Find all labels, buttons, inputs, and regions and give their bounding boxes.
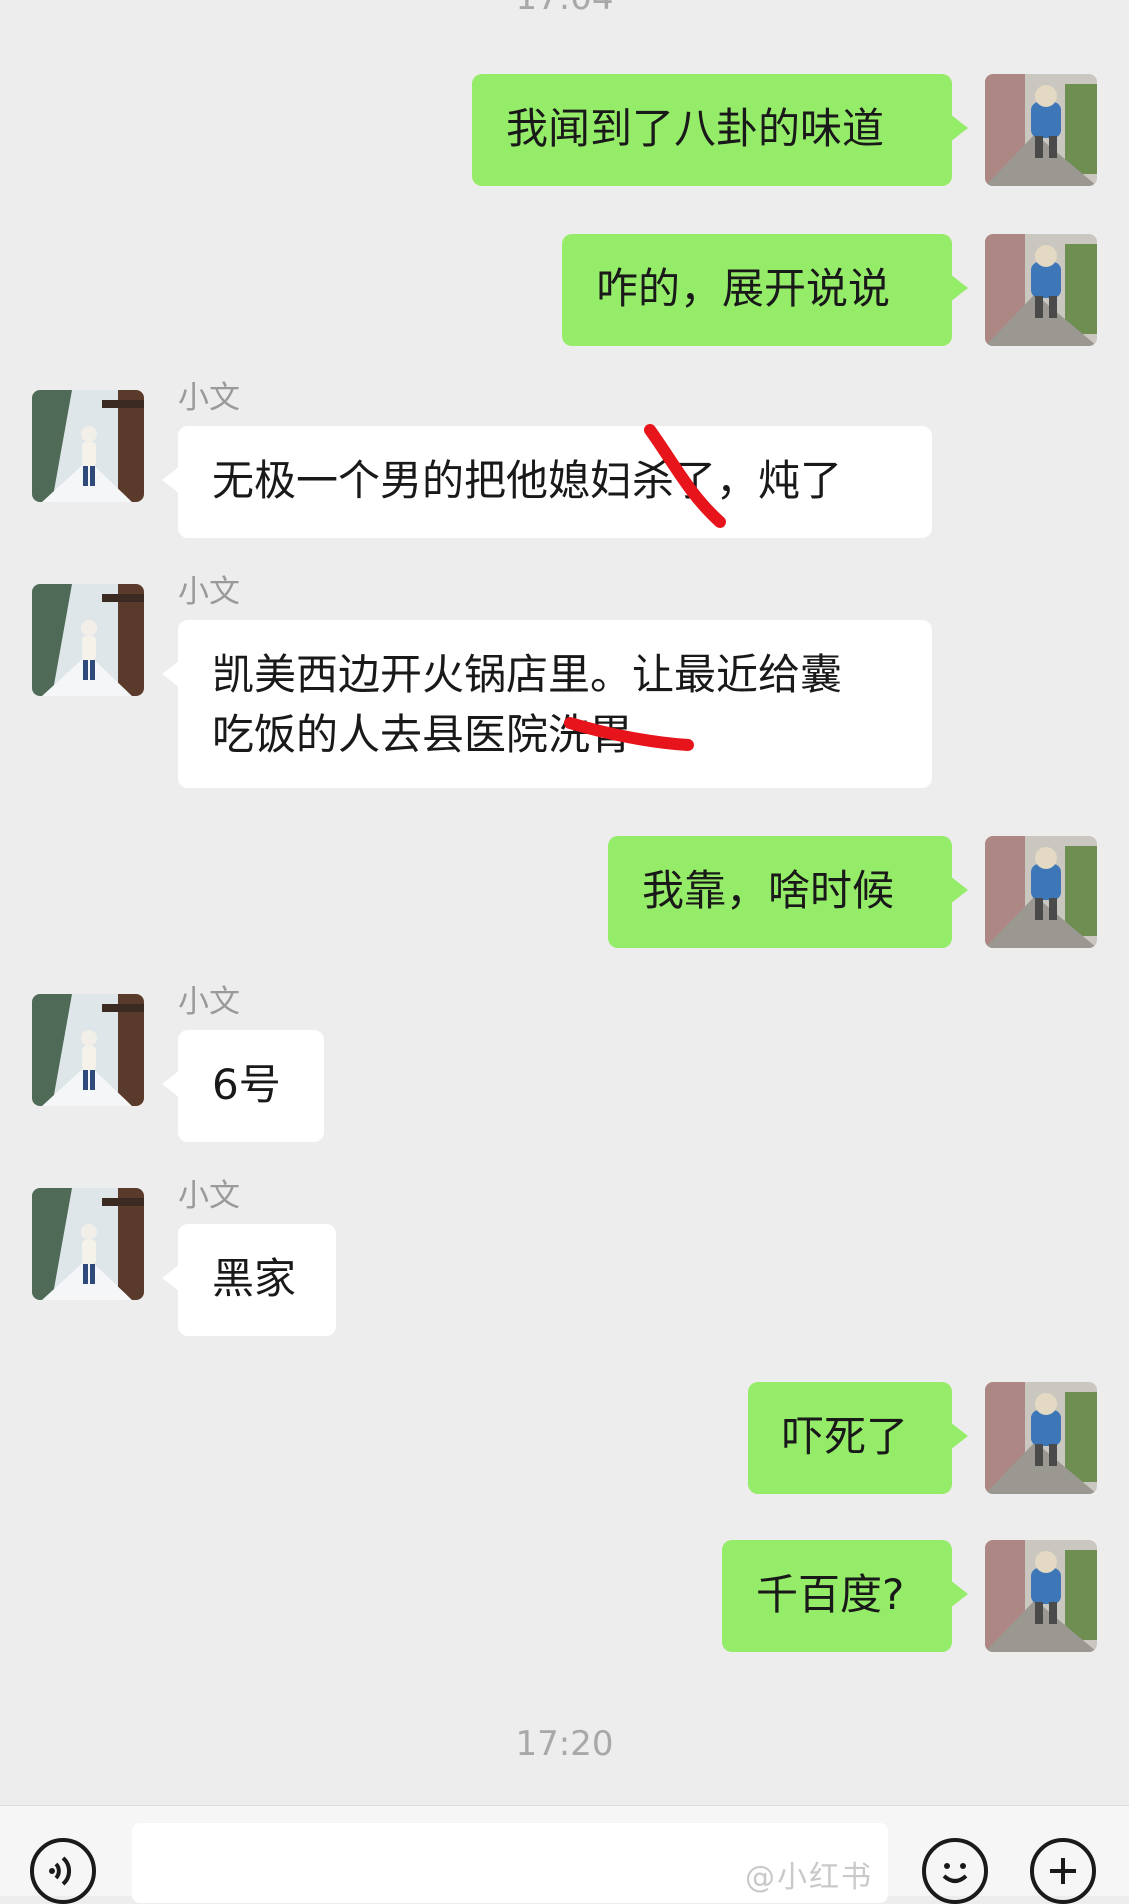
add-icon: [1050, 1858, 1076, 1884]
message-line: 吃饭的人去县医院洗胃: [212, 710, 633, 759]
emoji-button[interactable]: [922, 1838, 988, 1904]
my-avatar[interactable]: [985, 234, 1097, 346]
top-timestamp: 17:04: [0, 0, 1129, 18]
bottom-timestamp: 17:20: [515, 1724, 614, 1764]
my-message-bubble[interactable]: 咋的，展开说说: [562, 234, 968, 346]
sender-name: 小文: [178, 574, 240, 610]
contact-avatar[interactable]: [32, 994, 144, 1106]
their-message-bubble[interactable]: 6号: [162, 1030, 324, 1142]
their-message-bubble[interactable]: 凯美西边开火锅店里。让最近给囊 吃饭的人去县医院洗胃: [162, 620, 932, 788]
message-text: 我靠，啥时候: [642, 866, 895, 915]
my-avatar[interactable]: [985, 1382, 1097, 1494]
my-message-bubble[interactable]: 我闻到了八卦的味道: [472, 74, 968, 186]
sender-name: 小文: [178, 984, 240, 1020]
message-text: 6号: [212, 1060, 281, 1109]
message-line: 凯美西边开火锅店里。让最近给囊: [212, 650, 843, 699]
my-avatar[interactable]: [985, 74, 1097, 186]
message-text: 无极一个男的把他媳妇杀了，炖了: [212, 456, 843, 505]
my-message-bubble[interactable]: 千百度?: [722, 1540, 968, 1652]
message-text: 千百度?: [756, 1570, 905, 1619]
my-message-bubble[interactable]: 吓死了: [748, 1382, 968, 1494]
contact-avatar[interactable]: [32, 1188, 144, 1300]
my-message-bubble[interactable]: 我靠，啥时候: [608, 836, 968, 948]
my-avatar[interactable]: [985, 836, 1097, 948]
their-message-bubble[interactable]: 黑家: [162, 1224, 336, 1336]
voice-icon: [49, 1856, 71, 1886]
contact-avatar[interactable]: [32, 390, 144, 502]
voice-button[interactable]: [30, 1838, 96, 1904]
more-button[interactable]: [1030, 1838, 1096, 1904]
message-text: 吓死了: [782, 1412, 909, 1461]
message-text: 黑家: [212, 1254, 297, 1303]
my-avatar[interactable]: [985, 1540, 1097, 1652]
sender-name: 小文: [178, 380, 240, 416]
their-message-bubble[interactable]: 无极一个男的把他媳妇杀了，炖了: [162, 426, 932, 538]
contact-avatar[interactable]: [32, 584, 144, 696]
emoji-icon: [942, 1863, 968, 1883]
message-text: 我闻到了八卦的味道: [506, 104, 885, 153]
sender-name: 小文: [178, 1178, 240, 1214]
watermark-text: @小红书: [745, 1860, 873, 1895]
message-text: 咋的，展开说说: [596, 264, 891, 313]
